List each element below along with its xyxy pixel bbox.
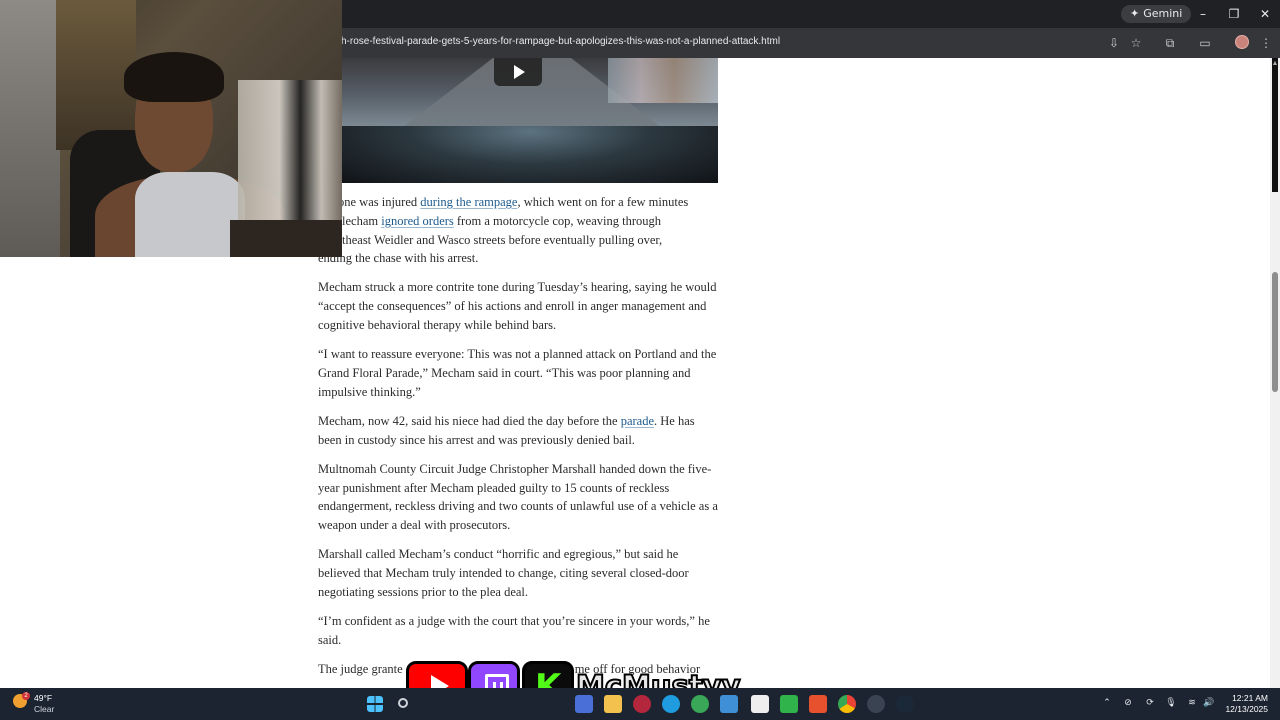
clock-date[interactable]: 12/13/2025	[1218, 704, 1268, 714]
clock-time[interactable]: 12:21 AM	[1222, 693, 1268, 703]
link-during-the-rampage[interactable]: during the rampage	[420, 195, 517, 209]
video-frame-hood	[342, 126, 718, 183]
video-frame-crowd	[608, 58, 718, 103]
wifi-icon[interactable]: ≋	[1186, 697, 1198, 709]
article-paragraph: Multnomah County Circuit Judge Christoph…	[318, 461, 718, 533]
minimize-icon[interactable]: –	[1193, 5, 1213, 23]
scroll-up-icon[interactable]: ▲	[1271, 60, 1279, 68]
webcam-person-shirt	[135, 172, 245, 257]
webcam-overlay	[0, 0, 342, 257]
windows-start-icon[interactable]	[367, 696, 383, 712]
article-paragraph: Mecham struck a more contrite tone durin…	[318, 280, 717, 333]
webcam-wall	[0, 0, 60, 257]
taskbar-app-icon[interactable]	[575, 695, 593, 713]
opera-icon[interactable]	[633, 695, 651, 713]
chrome-icon[interactable]	[838, 695, 856, 713]
article-paragraph: “I’m confident as a judge with the court…	[318, 613, 710, 647]
article-paragraph: Marshall called Mecham’s conduct “horrif…	[318, 547, 689, 599]
xbox-icon[interactable]	[691, 695, 709, 713]
scrollbar-upper-segment	[1272, 58, 1278, 192]
extensions-icon[interactable]: ⧉	[1160, 33, 1180, 53]
taskbar-app-icon[interactable]	[720, 695, 738, 713]
menu-icon[interactable]: ⋮	[1256, 33, 1276, 53]
sync-icon[interactable]: ⟳	[1144, 697, 1156, 709]
microphone-icon[interactable]: 🎙	[1165, 697, 1177, 709]
gemini-button[interactable]: ✦ Gemini	[1121, 5, 1192, 23]
file-explorer-icon[interactable]	[604, 695, 622, 713]
chevron-up-icon[interactable]: ⌃	[1101, 697, 1113, 709]
article-paragraph: Mecham, now 42, said his niece had died …	[318, 413, 695, 447]
gemini-label: Gemini	[1143, 7, 1183, 20]
side-panel-icon[interactable]: ▭	[1195, 33, 1215, 53]
webcam-desk-items	[238, 80, 342, 230]
search-icon[interactable]	[398, 698, 408, 708]
play-icon[interactable]	[494, 58, 542, 86]
install-app-icon[interactable]: ⇩	[1104, 33, 1124, 53]
sparkle-icon: ✦	[1130, 7, 1140, 20]
webcam-desk	[230, 220, 342, 257]
weather-temperature[interactable]: 49°F	[34, 693, 52, 703]
profile-avatar[interactable]	[1235, 35, 1249, 49]
address-bar[interactable]: h-rose-festival-parade-gets-5-years-for-…	[341, 36, 780, 47]
weather-condition[interactable]: Clear	[34, 704, 54, 714]
link-ignored-orders[interactable]: ignored orders	[381, 214, 454, 228]
edge-icon[interactable]	[662, 695, 680, 713]
weather-alert-badge: 2	[22, 692, 30, 700]
article-paragraph: one was injured during the rampage, whic…	[318, 195, 689, 266]
article-paragraph: “I want to reassure everyone: This was n…	[318, 347, 717, 399]
webcam-person-hair	[124, 52, 224, 102]
microsoft-store-icon[interactable]	[751, 695, 769, 713]
settings-gear-icon[interactable]	[867, 695, 885, 713]
steam-icon[interactable]	[896, 695, 914, 713]
article-video[interactable]	[342, 58, 718, 183]
close-icon[interactable]: ✕	[1255, 5, 1275, 23]
network-status-icon[interactable]: ⊘	[1122, 697, 1134, 709]
article-body: one was injured during the rampage, whic…	[318, 193, 720, 689]
restore-icon[interactable]: ❐	[1224, 5, 1244, 23]
link-parade[interactable]: parade	[621, 414, 654, 428]
spreadsheet-app-icon[interactable]	[780, 695, 798, 713]
bookmark-star-icon[interactable]: ☆	[1126, 33, 1146, 53]
scrollbar-thumb[interactable]	[1272, 272, 1278, 392]
taskbar-app-icon[interactable]	[809, 695, 827, 713]
volume-icon[interactable]: 🔊	[1203, 697, 1215, 709]
